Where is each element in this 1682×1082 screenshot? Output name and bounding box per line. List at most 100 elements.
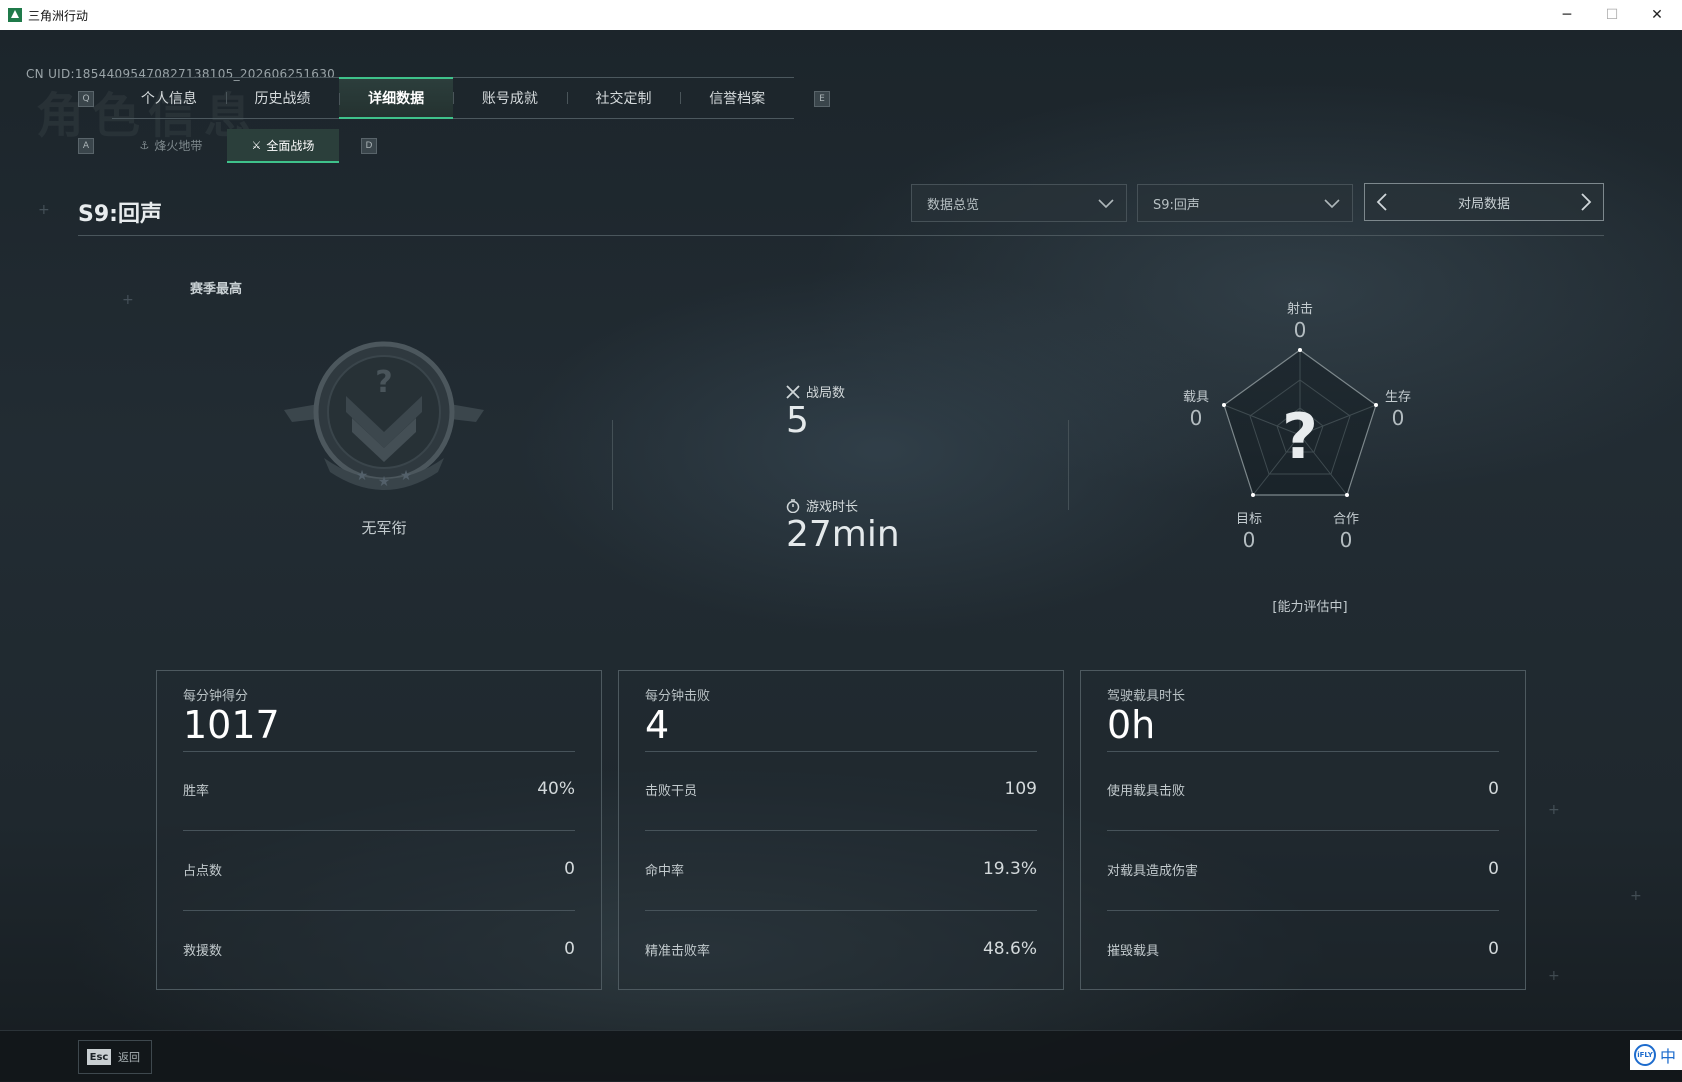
window-title: 三角洲行动 [28, 8, 89, 23]
tab-detailed-data[interactable]: 详细数据 [339, 77, 454, 119]
card-row: 救援数 0 [183, 931, 575, 967]
row-label: 摧毁载具 [1107, 943, 1160, 959]
subtab-prev-key[interactable]: A [78, 138, 94, 154]
tab-achievements[interactable]: 账号成就 [453, 78, 567, 118]
card-row: 对载具造成伤害 0 [1107, 851, 1499, 887]
card-row: 占点数 0 [183, 851, 575, 887]
row-label: 命中率 [645, 863, 685, 879]
card-divider [1107, 751, 1499, 752]
ime-mode: 中 [1660, 1047, 1677, 1066]
tab-next-key[interactable]: E [814, 91, 830, 107]
back-label: 返回 [118, 1051, 140, 1064]
radar-value-teamwork: 0 [1339, 528, 1353, 552]
matches-label-text: 战局数 [806, 386, 846, 401]
row-value: 40% [537, 779, 575, 799]
subtab-next-key[interactable]: D [361, 138, 377, 154]
battlefield-icon: ⚔ [251, 138, 262, 152]
svg-text:★: ★ [400, 468, 413, 484]
playtime-value: 27min [786, 514, 900, 555]
overview-dropdown-label: 数据总览 [927, 197, 980, 213]
subtab-label: 烽火地带 [154, 138, 203, 153]
row-label: 救援数 [183, 943, 223, 959]
pager-prev-button[interactable] [1365, 184, 1399, 220]
deco-plus-icon: + [1548, 968, 1560, 984]
card-divider [1107, 830, 1499, 831]
esc-key: Esc [87, 1049, 111, 1065]
kills-card: 每分钟击败 4 击败干员 109 命中率 19.3% 精准击败率 48.6% [618, 670, 1064, 990]
card-divider [645, 910, 1037, 911]
crossed-swords-icon [786, 384, 800, 399]
card-row: 命中率 19.3% [645, 851, 1037, 887]
tab-history[interactable]: 历史战绩 [225, 78, 340, 118]
maximize-button[interactable]: ☐ [1589, 0, 1635, 30]
radar-value-vehicle: 0 [1189, 406, 1203, 430]
svg-text:★: ★ [356, 468, 369, 484]
close-button[interactable]: ✕ [1634, 0, 1680, 30]
svg-text:?: ? [375, 365, 392, 400]
window-title-bar: 三角洲行动 [0, 0, 1682, 31]
card-divider [183, 751, 575, 752]
row-label: 精准击败率 [645, 943, 711, 959]
header-divider [78, 235, 1604, 236]
radar-label-shooting: 射击 [1286, 302, 1313, 317]
radar-label-survival: 生存 [1384, 390, 1411, 405]
card-head-label: 每分钟击败 [645, 689, 711, 704]
rank-name: 无军衔 [361, 519, 407, 537]
tab-prev-key[interactable]: Q [78, 91, 94, 107]
subtab-label: 全面战场 [266, 138, 315, 153]
row-label: 使用载具击败 [1107, 783, 1186, 799]
tab-personal-info[interactable]: 个人信息 [112, 78, 226, 118]
footer-bar [0, 1030, 1682, 1081]
row-label: 击败干员 [645, 783, 698, 799]
minimize-button[interactable]: ─ [1544, 0, 1590, 30]
section-divider [1068, 420, 1069, 510]
subtab-battlefield[interactable]: ⚔ 全面战场 [227, 129, 339, 163]
row-value: 0 [1488, 859, 1499, 879]
chevron-right-icon [1581, 193, 1592, 211]
row-value: 0 [1488, 779, 1499, 799]
card-head-label: 驾驶载具时长 [1107, 689, 1186, 704]
card-row: 使用载具击败 0 [1107, 771, 1499, 807]
radar-value-shooting: 0 [1293, 318, 1307, 342]
ability-radar-chart: ? [1222, 348, 1378, 497]
radar-label-objective: 目标 [1235, 512, 1262, 527]
app-logo-icon [8, 8, 22, 22]
card-head-value: 0h [1107, 703, 1156, 747]
card-divider [1107, 910, 1499, 911]
card-head-label: 每分钟得分 [183, 689, 249, 704]
card-divider [183, 910, 575, 911]
section-divider [612, 420, 613, 510]
playtime-label: 游戏时长 [786, 496, 858, 515]
rank-badge-icon: ? ★ ★ ★ [284, 341, 484, 490]
svg-text:★: ★ [378, 474, 391, 490]
deco-plus-icon: + [1548, 802, 1560, 818]
matches-label: 战局数 [786, 382, 845, 401]
game-viewport: 角色信息 CN UID:18544095470827138105_2026062… [0, 30, 1682, 1082]
score-card: 每分钟得分 1017 胜率 40% 占点数 0 救援数 0 [156, 670, 602, 990]
vehicle-card: 驾驶载具时长 0h 使用载具击败 0 对载具造成伤害 0 摧毁载具 0 [1080, 670, 1526, 990]
deco-plus-icon: + [1630, 888, 1642, 904]
row-value: 0 [564, 939, 575, 959]
radar-center-mark: ? [1282, 400, 1318, 473]
radar-label-vehicle: 载具 [1182, 390, 1209, 405]
chevron-down-icon [1098, 199, 1114, 209]
tab-social[interactable]: 社交定制 [566, 78, 681, 118]
season-dropdown[interactable]: S9:回声 [1137, 184, 1353, 222]
row-value: 19.3% [982, 859, 1037, 879]
row-label: 占点数 [183, 863, 223, 879]
subtab-hazard-zone[interactable]: ⚓ 烽火地带 [115, 129, 227, 161]
chevron-left-icon [1376, 193, 1387, 211]
row-label: 胜率 [183, 783, 210, 799]
matches-value: 5 [786, 400, 809, 441]
overview-dropdown[interactable]: 数据总览 [911, 184, 1127, 222]
pager-next-button[interactable] [1569, 184, 1603, 220]
tab-credit[interactable]: 信誉档案 [680, 78, 794, 118]
card-row: 摧毁载具 0 [1107, 931, 1499, 967]
row-value: 0 [1488, 939, 1499, 959]
deco-plus-icon: + [38, 202, 50, 218]
back-button[interactable]: Esc 返回 [78, 1040, 152, 1074]
playtime-label-text: 游戏时长 [806, 500, 859, 515]
ime-indicator[interactable]: iFLY 中 [1630, 1040, 1682, 1070]
card-divider [183, 830, 575, 831]
pager-label: 对局数据 [1457, 196, 1510, 212]
